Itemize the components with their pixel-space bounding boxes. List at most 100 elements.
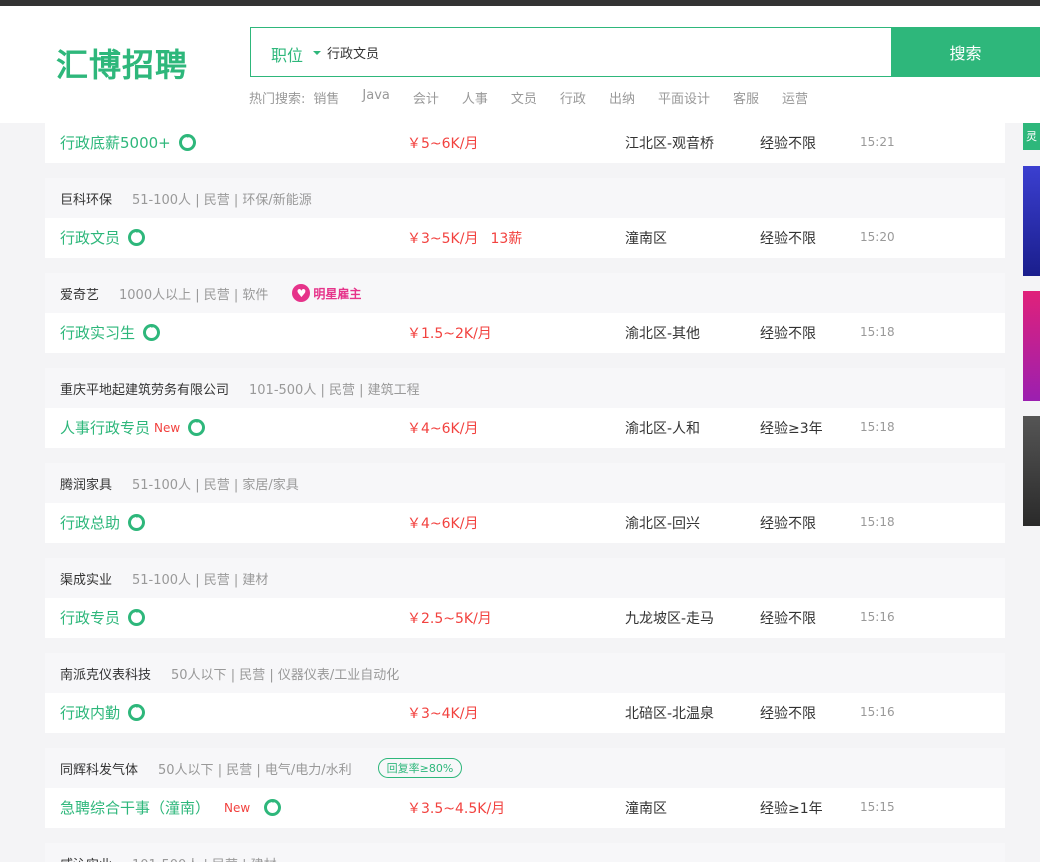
chat-icon[interactable] <box>264 797 282 816</box>
hot-search-item[interactable]: 客服 <box>733 88 759 107</box>
company-info: 101-500人 | 民营 | 建筑工程 <box>249 382 420 398</box>
job-title[interactable]: 急聘综合干事（潼南） New <box>60 797 282 818</box>
job-title[interactable]: 行政总助 <box>60 512 146 533</box>
company-row: 同辉科发气体 50人以下 | 民营 | 电气/电力/水利 回复率≥80% <box>45 748 1005 788</box>
company-row: 南派克仪表科技 50人以下 | 民营 | 仪器仪表/工业自动化 <box>45 653 1005 693</box>
company-name[interactable]: 南派克仪表科技 <box>60 664 151 683</box>
job-time: 15:16 <box>860 610 895 624</box>
job-location: 渝北区-其他 <box>625 326 701 342</box>
heart-icon: ♥ <box>292 284 311 302</box>
company-row: 渠成实业 51-100人 | 民营 | 建材 <box>45 558 1005 598</box>
job-salary: ￥4~6K/月 <box>407 421 479 437</box>
job-title[interactable]: 行政内勤 <box>60 702 146 723</box>
company-info: 50人以下 | 民营 | 仪器仪表/工业自动化 <box>171 667 400 683</box>
job-salary: ￥1.5~2K/月 <box>407 326 492 342</box>
job-experience: 经验不限 <box>760 231 816 247</box>
hot-search-item[interactable]: 销售 <box>313 88 339 107</box>
job-location: 渝北区-人和 <box>625 421 701 437</box>
company-row: 腾润家具 51-100人 | 民营 | 家居/家具 <box>45 463 1005 503</box>
hot-search-item[interactable]: 人事 <box>462 88 488 107</box>
job-title[interactable]: 人事行政专员 New <box>60 417 206 438</box>
company-row: 爱奇艺 1000人以上 | 民营 | 软件 ♥ 明星雇主 <box>45 273 1005 313</box>
side-ad-banner[interactable] <box>1023 166 1040 276</box>
job-location: 江北区-观音桥 <box>625 136 715 152</box>
company-name[interactable]: 同辉科发气体 <box>60 759 138 778</box>
company-row: 威沁实业 101-500人 | 民营 | 建材 <box>45 843 1005 862</box>
job-row[interactable]: 急聘综合干事（潼南）New ￥3.5~4.5K/月 潼南区 经验≥1年 15:1… <box>45 788 1005 828</box>
company-info: 51-100人 | 民营 | 建材 <box>132 572 269 588</box>
job-experience: 经验≥1年 <box>760 801 823 817</box>
company-name[interactable]: 巨科环保 <box>60 189 112 208</box>
job-row[interactable]: 行政文员 ￥3~5K/月13薪 潼南区 经验不限 15:20 <box>45 218 1005 258</box>
job-row[interactable]: 行政总助 ￥4~6K/月 渝北区-回兴 经验不限 15:18 <box>45 503 1005 543</box>
search-category[interactable]: 职位 <box>271 42 303 66</box>
job-time: 15:16 <box>860 705 895 719</box>
chat-icon[interactable] <box>128 227 146 246</box>
chat-icon[interactable] <box>128 702 146 721</box>
company-name[interactable]: 渠成实业 <box>60 569 112 588</box>
job-experience: 经验不限 <box>760 516 816 532</box>
job-salary: ￥4~6K/月 <box>407 516 479 532</box>
job-time: 15:18 <box>860 325 895 339</box>
job-title[interactable]: 行政文员 <box>60 227 146 248</box>
job-row[interactable]: 行政专员 ￥2.5~5K/月 九龙坡区-走马 经验不限 15:16 <box>45 598 1005 638</box>
chevron-down-icon[interactable] <box>313 51 321 55</box>
job-salary: ￥3~4K/月 <box>407 706 479 722</box>
reply-rate-badge: 回复率≥80% <box>377 758 463 778</box>
job-location: 渝北区-回兴 <box>625 516 701 532</box>
chat-icon[interactable] <box>188 417 206 436</box>
company-info: 51-100人 | 民营 | 环保/新能源 <box>132 192 312 208</box>
job-title[interactable]: 行政专员 <box>60 607 146 628</box>
side-ad-banner[interactable] <box>1023 291 1040 401</box>
search-button[interactable]: 搜索 <box>891 27 1040 77</box>
company-row: 重庆平地起建筑劳务有限公司 101-500人 | 民营 | 建筑工程 <box>45 368 1005 408</box>
hot-search-item[interactable]: Java <box>362 88 389 107</box>
job-time: 15:21 <box>860 135 895 149</box>
chat-icon[interactable] <box>128 512 146 531</box>
job-salary: ￥3.5~4.5K/月 <box>407 801 506 817</box>
job-time: 15:18 <box>860 515 895 529</box>
search-input[interactable] <box>327 40 867 64</box>
new-tag: New <box>154 420 181 435</box>
job-title[interactable]: 行政底薪5000+ <box>60 132 196 153</box>
chat-icon[interactable] <box>128 607 146 626</box>
job-location: 潼南区 <box>625 801 667 817</box>
company-info: 51-100人 | 民营 | 家居/家具 <box>132 477 299 493</box>
star-employer-badge: ♥ 明星雇主 <box>292 284 361 302</box>
job-row[interactable]: 行政内勤 ￥3~4K/月 北碚区-北温泉 经验不限 15:16 <box>45 693 1005 733</box>
job-time: 15:15 <box>860 800 895 814</box>
company-info: 101-500人 | 民营 | 建材 <box>132 854 277 862</box>
salary-extra: 13薪 <box>490 231 523 247</box>
company-info: 1000人以上 | 民营 | 软件 <box>119 287 269 303</box>
hot-search-item[interactable]: 会计 <box>413 88 439 107</box>
chat-icon[interactable] <box>178 132 196 151</box>
logo[interactable]: 汇博招聘 <box>56 40 188 86</box>
header: 汇博招聘 职位 搜索 热门搜索: 销售 Java 会计 人事 文员 行政 出纳 … <box>0 6 1040 123</box>
hot-search-item[interactable]: 行政 <box>560 88 586 107</box>
job-row[interactable]: 行政底薪5000+ ￥5~6K/月 江北区-观音桥 经验不限 15:21 <box>45 123 1005 163</box>
job-row[interactable]: 人事行政专员New ￥4~6K/月 渝北区-人和 经验≥3年 15:18 <box>45 408 1005 448</box>
job-list: 行政底薪5000+ ￥5~6K/月 江北区-观音桥 经验不限 15:21 巨科环… <box>45 123 1005 862</box>
hot-search-label: 热门搜索: <box>249 92 306 107</box>
company-name[interactable]: 重庆平地起建筑劳务有限公司 <box>60 379 229 398</box>
hot-search-item[interactable]: 文员 <box>511 88 537 107</box>
company-name[interactable]: 腾润家具 <box>60 474 112 493</box>
job-experience: 经验不限 <box>760 136 816 152</box>
job-experience: 经验≥3年 <box>760 421 823 437</box>
hot-search-item[interactable]: 运营 <box>782 88 808 107</box>
chat-icon[interactable] <box>143 322 161 341</box>
side-ad-banner[interactable] <box>1023 416 1040 526</box>
job-time: 15:18 <box>860 420 895 434</box>
new-tag: New <box>224 800 251 815</box>
job-row[interactable]: 行政实习生 ￥1.5~2K/月 渝北区-其他 经验不限 15:18 <box>45 313 1005 353</box>
job-salary: ￥2.5~5K/月 <box>407 611 492 627</box>
company-name[interactable]: 威沁实业 <box>60 854 112 862</box>
company-name[interactable]: 爱奇艺 <box>60 284 99 303</box>
job-salary: ￥3~5K/月 13薪 <box>407 231 523 247</box>
side-tab[interactable]: 灵 <box>1023 123 1040 150</box>
hot-search-item[interactable]: 平面设计 <box>658 88 710 107</box>
job-experience: 经验不限 <box>760 706 816 722</box>
job-experience: 经验不限 <box>760 611 816 627</box>
job-title[interactable]: 行政实习生 <box>60 322 161 343</box>
hot-search-item[interactable]: 出纳 <box>609 88 635 107</box>
